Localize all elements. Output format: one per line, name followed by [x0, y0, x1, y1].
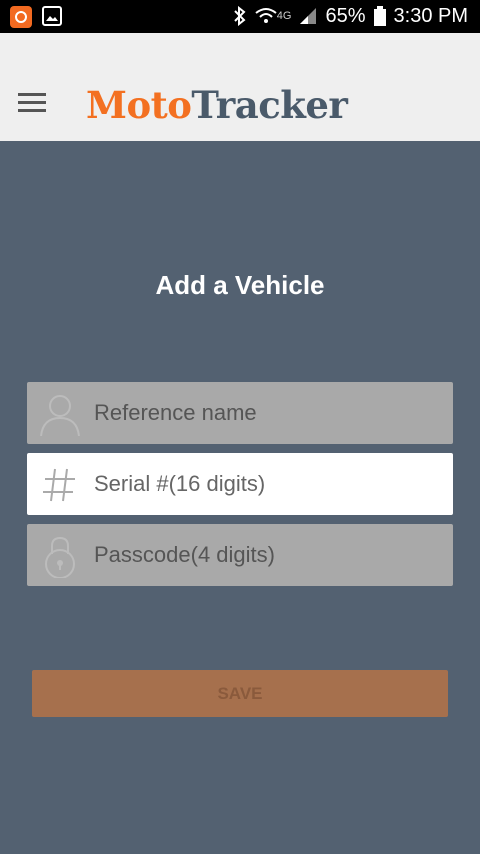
page-title: Add a Vehicle: [155, 270, 325, 300]
passcode-field[interactable]: Passcode(4 digits): [27, 524, 453, 586]
lock-icon: [37, 532, 83, 579]
app-bar: MotoTracker: [0, 33, 480, 141]
app-logo: MotoTracker: [86, 83, 348, 127]
wifi-icon: [255, 8, 277, 23]
person-icon: [37, 390, 83, 437]
reference-name-placeholder: Reference name: [94, 400, 257, 425]
battery-icon: [373, 6, 386, 26]
serial-placeholder: Serial #(16 digits): [94, 471, 266, 496]
logo-tracker: Tracker: [191, 83, 348, 127]
status-bar: 4G 65% 3:30 PM: [0, 0, 480, 33]
signal-icon: [300, 8, 317, 24]
network-type: 4G: [276, 10, 292, 22]
app-notification-icon: [10, 6, 32, 28]
battery-percent: 65%: [325, 5, 366, 27]
logo-moto: Moto: [86, 83, 192, 127]
serial-field[interactable]: Serial #(16 digits): [27, 453, 453, 515]
clock: 3:30 PM: [393, 5, 468, 27]
passcode-placeholder: Passcode(4 digits): [94, 542, 275, 567]
hamburger-menu-icon[interactable]: [18, 93, 46, 115]
image-notification-icon: [42, 6, 62, 26]
save-button[interactable]: SAVE: [32, 670, 448, 717]
hash-icon: [37, 461, 83, 507]
bluetooth-icon: [234, 6, 246, 26]
reference-name-field[interactable]: Reference name: [27, 382, 453, 444]
